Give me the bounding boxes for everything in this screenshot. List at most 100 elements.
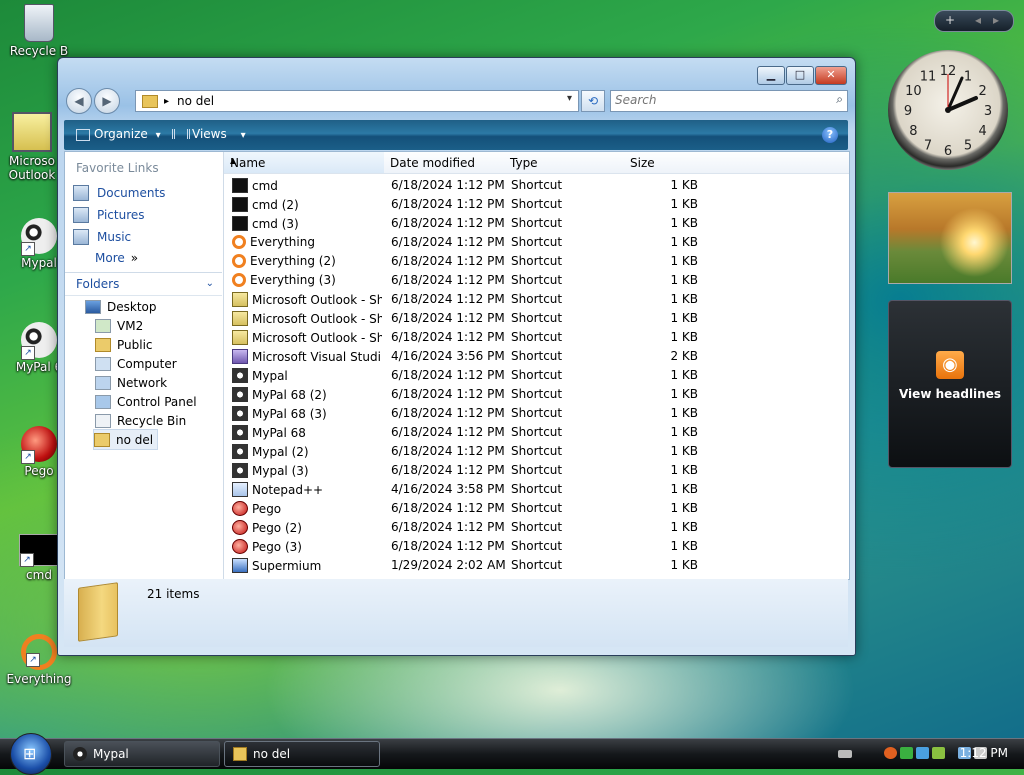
explorer-window[interactable]: ▁ □ ✕ ◀ ▶ ▸ no del ▾ ⟲ ⌕ Organize ▾ View… <box>57 57 856 656</box>
file-name: Pego (3) <box>252 539 302 554</box>
column-header-date-modified[interactable]: Date modified <box>384 152 505 174</box>
tray-icon-3[interactable] <box>916 747 929 759</box>
file-row[interactable]: Supermium 1/29/2024 2:02 AM Shortcut 1 KB <box>224 556 849 575</box>
file-type: Shortcut <box>511 368 563 382</box>
gadget-bar: + ◂ ▸ <box>934 10 1014 32</box>
maximize-button[interactable]: □ <box>786 66 814 85</box>
file-row[interactable]: Pego (3) 6/18/2024 1:12 PM Shortcut 1 KB <box>224 537 849 556</box>
breadcrumb-separator[interactable]: ▸ <box>164 96 169 107</box>
folders-header[interactable]: Folders ⌄ <box>65 272 222 296</box>
forward-button[interactable]: ▶ <box>94 88 120 114</box>
slideshow-gadget[interactable] <box>888 192 1012 284</box>
feed-headlines-gadget[interactable]: ◉ View headlines <box>888 300 1012 468</box>
tree-item-network[interactable]: Network <box>95 373 167 392</box>
refresh-button[interactable]: ⟲ <box>581 90 605 112</box>
file-row[interactable]: cmd 6/18/2024 1:12 PM Shortcut 1 KB <box>224 176 849 195</box>
file-row[interactable]: MyPal 68 (2) 6/18/2024 1:12 PM Shortcut 1 K… <box>224 385 849 404</box>
file-name-cell: MyPal 68 (3) <box>232 406 382 421</box>
tree-item-desktop[interactable]: Desktop <box>85 297 157 316</box>
file-row[interactable]: Mypal 6/18/2024 1:12 PM Shortcut 1 KB <box>224 366 849 385</box>
file-type: Shortcut <box>511 558 563 572</box>
shortcut-icon <box>232 311 248 326</box>
file-row[interactable]: MyPal 68 (3) 6/18/2024 1:12 PM Shortcut 1 K… <box>224 404 849 423</box>
file-name-cell: cmd (3) <box>232 216 382 231</box>
taskbar-button-no-del[interactable]: no del <box>224 741 380 767</box>
file-row[interactable]: cmd (3) 6/18/2024 1:12 PM Shortcut 1 KB <box>224 214 849 233</box>
shortcut-icon <box>232 406 248 421</box>
file-name: Microsoft Visual Studi... <box>252 349 382 364</box>
file-row[interactable]: Microsoft Outlook - Sh... 6/18/2024 1:12 … <box>224 328 849 347</box>
file-name-cell: Everything (3) <box>232 273 382 287</box>
file-row[interactable]: Mypal (3) 6/18/2024 1:12 PM Shortcut 1 KB <box>224 461 849 480</box>
address-bar[interactable]: ▸ no del ▾ <box>135 90 579 112</box>
desktop-icon-outlook[interactable]: Microso Outlook <box>2 112 62 182</box>
favorite-link-documents[interactable]: Documents <box>73 185 165 201</box>
gadget-next-button[interactable]: ▸ <box>993 13 999 27</box>
shortcut-arrow-icon: ↗ <box>21 450 35 464</box>
file-name: Microsoft Outlook - Sh... <box>252 311 382 326</box>
breadcrumb-current[interactable]: no del <box>177 94 214 108</box>
file-row[interactable]: Everything (3) 6/18/2024 1:12 PM Shortcut 1… <box>224 271 849 290</box>
tray-icon-1[interactable] <box>884 747 897 759</box>
tree-item-computer[interactable]: Computer <box>95 354 177 373</box>
views-button[interactable]: Views ▾ <box>192 127 246 141</box>
favorite-link-more[interactable]: More » <box>95 251 138 265</box>
mypal-icon <box>73 747 87 761</box>
favorite-link-music[interactable]: Music <box>73 229 131 245</box>
desktop-icon-recycle-bin[interactable]: Recycle B <box>2 4 76 58</box>
file-type: Shortcut <box>511 482 563 496</box>
clock-gadget[interactable]: 12 1 2 3 4 5 6 7 8 9 10 11 <box>888 50 1008 170</box>
keyboard-icon[interactable] <box>838 750 852 758</box>
file-row[interactable]: cmd (2) 6/18/2024 1:12 PM Shortcut 1 KB <box>224 195 849 214</box>
column-header-size[interactable]: Size <box>624 152 705 174</box>
search-box[interactable]: ⌕ <box>610 90 848 112</box>
organize-button[interactable]: Organize ▾ <box>94 127 161 141</box>
file-row[interactable]: Everything (2) 6/18/2024 1:12 PM Shortcut 1… <box>224 252 849 271</box>
tree-item-control-panel[interactable]: Control Panel <box>95 392 197 411</box>
back-button[interactable]: ◀ <box>66 88 92 114</box>
file-type: Shortcut <box>511 178 563 192</box>
help-button[interactable]: ? <box>822 127 838 143</box>
tree-item-no-del[interactable]: no del <box>93 429 159 450</box>
file-row[interactable]: Microsoft Outlook - Sh... 6/18/2024 1:12 … <box>224 309 849 328</box>
column-header-name[interactable]: Name ▲ <box>224 152 385 174</box>
tree-item-public[interactable]: Public <box>95 335 153 354</box>
recycle-bin-icon <box>95 413 111 428</box>
file-row[interactable]: Notepad++ 4/16/2024 3:58 PM Shortcut 1 KB <box>224 480 849 499</box>
file-row[interactable]: Pego 6/18/2024 1:12 PM Shortcut 1 KB <box>224 499 849 518</box>
search-input[interactable] <box>611 91 819 109</box>
start-button[interactable]: ⊞ <box>10 733 52 775</box>
file-date: 6/18/2024 1:12 PM <box>391 463 505 477</box>
tree-item-recycle-bin[interactable]: Recycle Bin <box>95 411 186 430</box>
tree-item-vm2[interactable]: VM2 <box>95 316 143 335</box>
file-date: 4/16/2024 3:56 PM <box>391 349 505 363</box>
gadget-prev-button[interactable]: ◂ <box>975 13 981 27</box>
close-button[interactable]: ✕ <box>815 66 847 85</box>
shortcut-icon <box>232 197 248 212</box>
file-size: 1 KB <box>670 216 698 230</box>
tray-icon-2[interactable] <box>900 747 913 759</box>
organize-label: Organize <box>94 127 148 141</box>
control-panel-icon <box>95 394 111 409</box>
file-row[interactable]: MyPal 68 6/18/2024 1:12 PM Shortcut 1 KB <box>224 423 849 442</box>
minimize-button[interactable]: ▁ <box>757 66 785 85</box>
system-clock[interactable]: 1:12 PM <box>960 746 1008 760</box>
add-gadget-button[interactable]: + <box>945 13 955 27</box>
file-type: Shortcut <box>511 330 563 344</box>
favorite-link-pictures[interactable]: Pictures <box>73 207 145 223</box>
tray-icon-4[interactable] <box>932 747 945 759</box>
file-row[interactable]: Microsoft Visual Studi... 4/16/2024 3:56 … <box>224 347 849 366</box>
file-row[interactable]: Microsoft Outlook - Sh... 6/18/2024 1:12 … <box>224 290 849 309</box>
clock-numeral: 6 <box>944 144 952 159</box>
file-row[interactable]: Mypal (2) 6/18/2024 1:12 PM Shortcut 1 KB <box>224 442 849 461</box>
file-type: Shortcut <box>511 387 563 401</box>
column-header-type[interactable]: Type <box>504 152 625 174</box>
magnifier-icon[interactable]: ⌕ <box>836 92 843 107</box>
address-dropdown-button[interactable]: ▾ <box>567 93 572 104</box>
taskbar-button-mypal[interactable]: Mypal <box>64 741 220 767</box>
file-row[interactable]: Pego (2) 6/18/2024 1:12 PM Shortcut 1 KB <box>224 518 849 537</box>
shortcut-icon <box>232 273 246 287</box>
file-name-cell: Supermium <box>232 558 382 573</box>
favorite-link-label: Documents <box>97 186 166 200</box>
file-row[interactable]: Everything 6/18/2024 1:12 PM Shortcut 1 KB <box>224 233 849 252</box>
